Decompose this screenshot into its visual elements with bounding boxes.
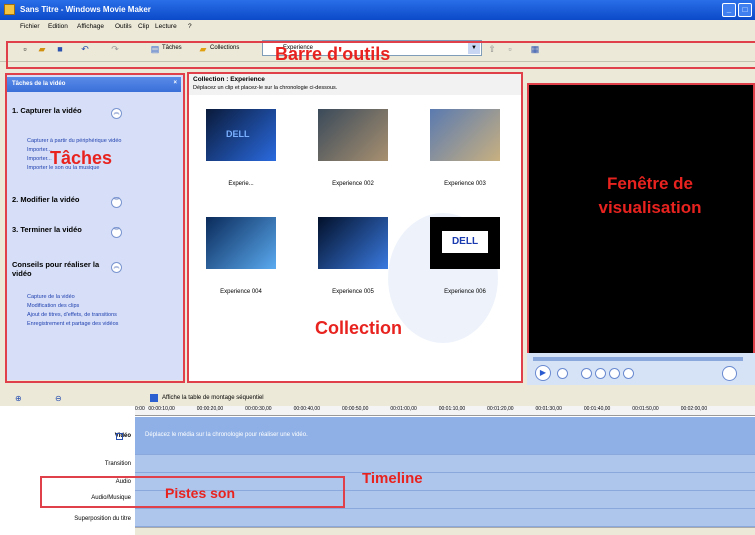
ruler-tick: 00:01:00,00 [390,406,417,412]
zoom-in-icon[interactable]: ⊕ [15,394,22,403]
minimize-button[interactable]: _ [722,3,736,17]
track-label-title: Superposition du titre [74,516,131,522]
split-icon[interactable] [722,366,737,381]
expand-icon[interactable] [116,433,123,440]
menu-bar: Fichier Edition Affichage Outils Clip Le… [0,20,755,34]
storyboard-toggle[interactable]: Affiche la table de montage séquentiel [162,395,264,401]
play-icon[interactable]: ▶ [535,365,551,381]
menu-affichage[interactable]: Affichage [77,23,104,30]
viewer-highlight [527,83,755,383]
tasks-callout: Tâches [50,148,113,168]
title-overlay-track[interactable] [135,509,755,527]
sound-callout: Pistes son [165,485,236,501]
menu-outils[interactable]: Outils [115,23,132,30]
maximize-button[interactable]: □ [738,3,752,17]
ruler-tick: 0:00 [135,406,145,412]
transition-track[interactable] [135,455,755,473]
previous-frame-icon[interactable] [581,368,592,379]
ruler-tick: 00:00:10,00 [148,406,175,412]
app-icon [4,4,15,15]
menu-help[interactable]: ? [188,23,192,30]
ruler-tick: 00:01:20,00 [487,406,514,412]
ruler-tick: 00:00:40,00 [293,406,320,412]
rewind-icon[interactable] [595,368,606,379]
seek-bar[interactable] [533,357,743,361]
tasks-highlight [5,73,185,383]
timeline-callout: Timeline [362,470,423,487]
menu-fichier[interactable]: Fichier [20,23,40,30]
collection-callout: Collection [315,318,403,338]
ruler-tick: 00:01:10,00 [438,406,466,412]
menu-edition[interactable]: Edition [48,23,68,30]
title-bar: Sans Titre - Windows Movie Maker _ □ [0,0,755,20]
timeline-area: ⊕ ⊖ Affiche la table de montage séquenti… [0,392,755,535]
timeline-toolbar: ⊕ ⊖ Affiche la table de montage séquenti… [0,392,755,406]
toolbar-callout: Barre d'outils [275,44,391,64]
ruler-tick: 00:01:50,00 [632,406,659,412]
window-title: Sans Titre - Windows Movie Maker [20,5,151,14]
viewer-callout: Fenêtre de visualisation [598,174,702,217]
time-ruler[interactable]: 0:00 00:00:10,00 00:00:20,00 00:00:30,00… [135,406,755,416]
playback-controls: ▶ [527,353,755,385]
ruler-tick: 00:02:00,00 [680,406,708,412]
video-track[interactable]: Déplacez le média sur la chronologie pou… [135,417,755,455]
stop-icon[interactable] [557,368,568,379]
menu-lecture[interactable]: Lecture [155,23,177,30]
ruler-tick: 00:00:50,00 [341,406,369,412]
next-frame-icon[interactable] [623,368,634,379]
zoom-out-icon[interactable]: ⊖ [55,394,62,403]
menu-clip[interactable]: Clip [138,23,149,30]
track-label-transition: Transition [104,461,131,467]
storyboard-icon[interactable] [150,394,158,402]
forward-icon[interactable] [609,368,620,379]
ruler-tick: 00:01:30,00 [535,406,562,412]
video-track-hint: Déplacez le média sur la chronologie pou… [145,432,308,438]
timeline-scrollbar[interactable] [135,527,755,535]
ruler-tick: 00:00:20,00 [196,406,224,412]
ruler-tick: 00:00:30,00 [245,406,272,412]
ruler-tick: 00:01:40,00 [583,406,611,412]
